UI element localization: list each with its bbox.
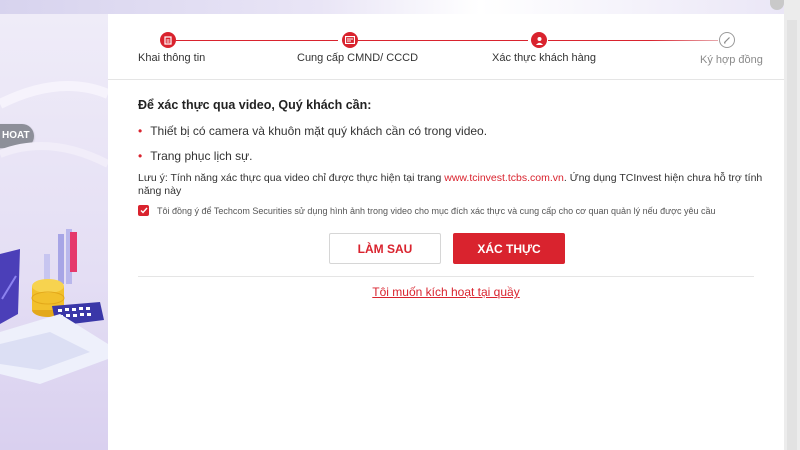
step-connector (358, 40, 528, 41)
user-icon (531, 32, 547, 48)
bullet-marker: • (138, 149, 143, 163)
consent-checkbox[interactable] (138, 205, 149, 216)
clipboard-icon (160, 32, 176, 48)
consent-label: Tôi đồng ý để Techcom Securities sử dụng… (157, 205, 716, 216)
pen-icon (719, 32, 735, 48)
step-connector (176, 40, 338, 41)
step-label-id: Cung cấp CMND/ CCCD (297, 52, 419, 64)
requirement-item: • Trang phục lịch sự. (138, 149, 253, 163)
verify-button[interactable]: XÁC THỰC (453, 233, 565, 264)
requirement-text: Thiết bị có camera và khuôn mặt quý khác… (150, 124, 488, 138)
tcinvest-link[interactable]: www.tcinvest.tcbs.com.vn (444, 172, 564, 184)
activate-at-counter-link[interactable]: Tôi muốn kích hoạt tại quầy (108, 285, 784, 299)
requirement-item: • Thiết bị có camera và khuôn mặt quý khá… (138, 124, 487, 138)
left-illustration-panel: HOAT (0, 14, 108, 450)
consent-row[interactable]: Tôi đồng ý để Techcom Securities sử dụng… (138, 205, 716, 216)
step-label-verify: Xác thực khách hàng (492, 52, 596, 64)
finance-illustration (0, 81, 108, 384)
divider (138, 276, 754, 277)
requirement-text: Trang phục lịch sự. (150, 149, 253, 163)
later-button[interactable]: LÀM SAU (329, 233, 441, 264)
step-connector (548, 40, 718, 41)
id-card-icon (342, 32, 358, 48)
scrollbar-thumb[interactable] (787, 20, 797, 450)
checkmark-icon (140, 207, 148, 214)
step-label-info: Khai thông tin (138, 52, 206, 64)
progress-stepper: Khai thông tin Cung cấp CMND/ CCCD Xác t… (108, 14, 784, 80)
note-prefix: Lưu ý: Tính năng xác thực qua video chỉ … (138, 172, 445, 184)
note-text: Lưu ý: Tính năng xác thực qua video chỉ … (138, 172, 768, 198)
top-banner (0, 0, 800, 14)
instructions-heading: Để xác thực qua video, Quý khách cần: (138, 98, 372, 112)
step-label-sign: Ký hợp đồng (700, 54, 763, 66)
bullet-marker: • (138, 124, 143, 138)
verification-card: Khai thông tin Cung cấp CMND/ CCCD Xác t… (108, 14, 784, 450)
